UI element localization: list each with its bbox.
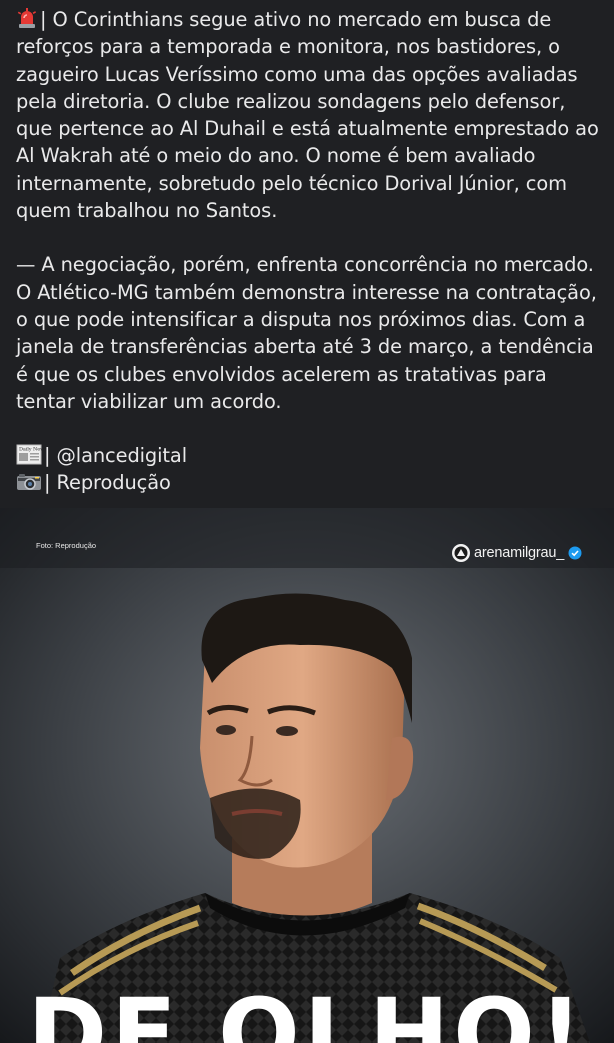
paragraph-detail: — A negociação, porém, enfrenta concorrê… <box>16 253 597 413</box>
arena-logo-icon <box>452 544 470 562</box>
photo-credit-line: | Reprodução <box>16 469 606 496</box>
verified-badge-icon <box>568 546 582 560</box>
paragraph-lead: | O Corinthians segue ativo no mercado e… <box>16 6 606 224</box>
source-line: Daily News| @lancedigital <box>16 442 606 469</box>
svg-text:Daily News: Daily News <box>19 447 42 453</box>
camera-icon <box>17 474 41 491</box>
newspaper-icon: Daily News <box>16 444 42 465</box>
player-portrait <box>0 508 614 1043</box>
source-handle: | @lancedigital <box>44 444 188 468</box>
paragraph-lead-text: | O Corinthians segue ativo no mercado e… <box>16 8 599 223</box>
post-photo[interactable]: Foto: Reprodução arenamilgrau_ DE OLHO! <box>0 508 614 1043</box>
handle-text: arenamilgrau_ <box>474 545 565 561</box>
police-siren-icon <box>17 8 37 28</box>
post-caption: | O Corinthians segue ativo no mercado e… <box>16 6 606 497</box>
photo-credit: Foto: Reprodução <box>36 541 97 550</box>
photo-credit-text: | Reprodução <box>44 471 171 495</box>
post-text-card: | O Corinthians segue ativo no mercado e… <box>0 0 614 508</box>
account-handle[interactable]: arenamilgrau_ <box>451 542 582 564</box>
image-headline: DE OLHO! <box>27 978 587 1043</box>
